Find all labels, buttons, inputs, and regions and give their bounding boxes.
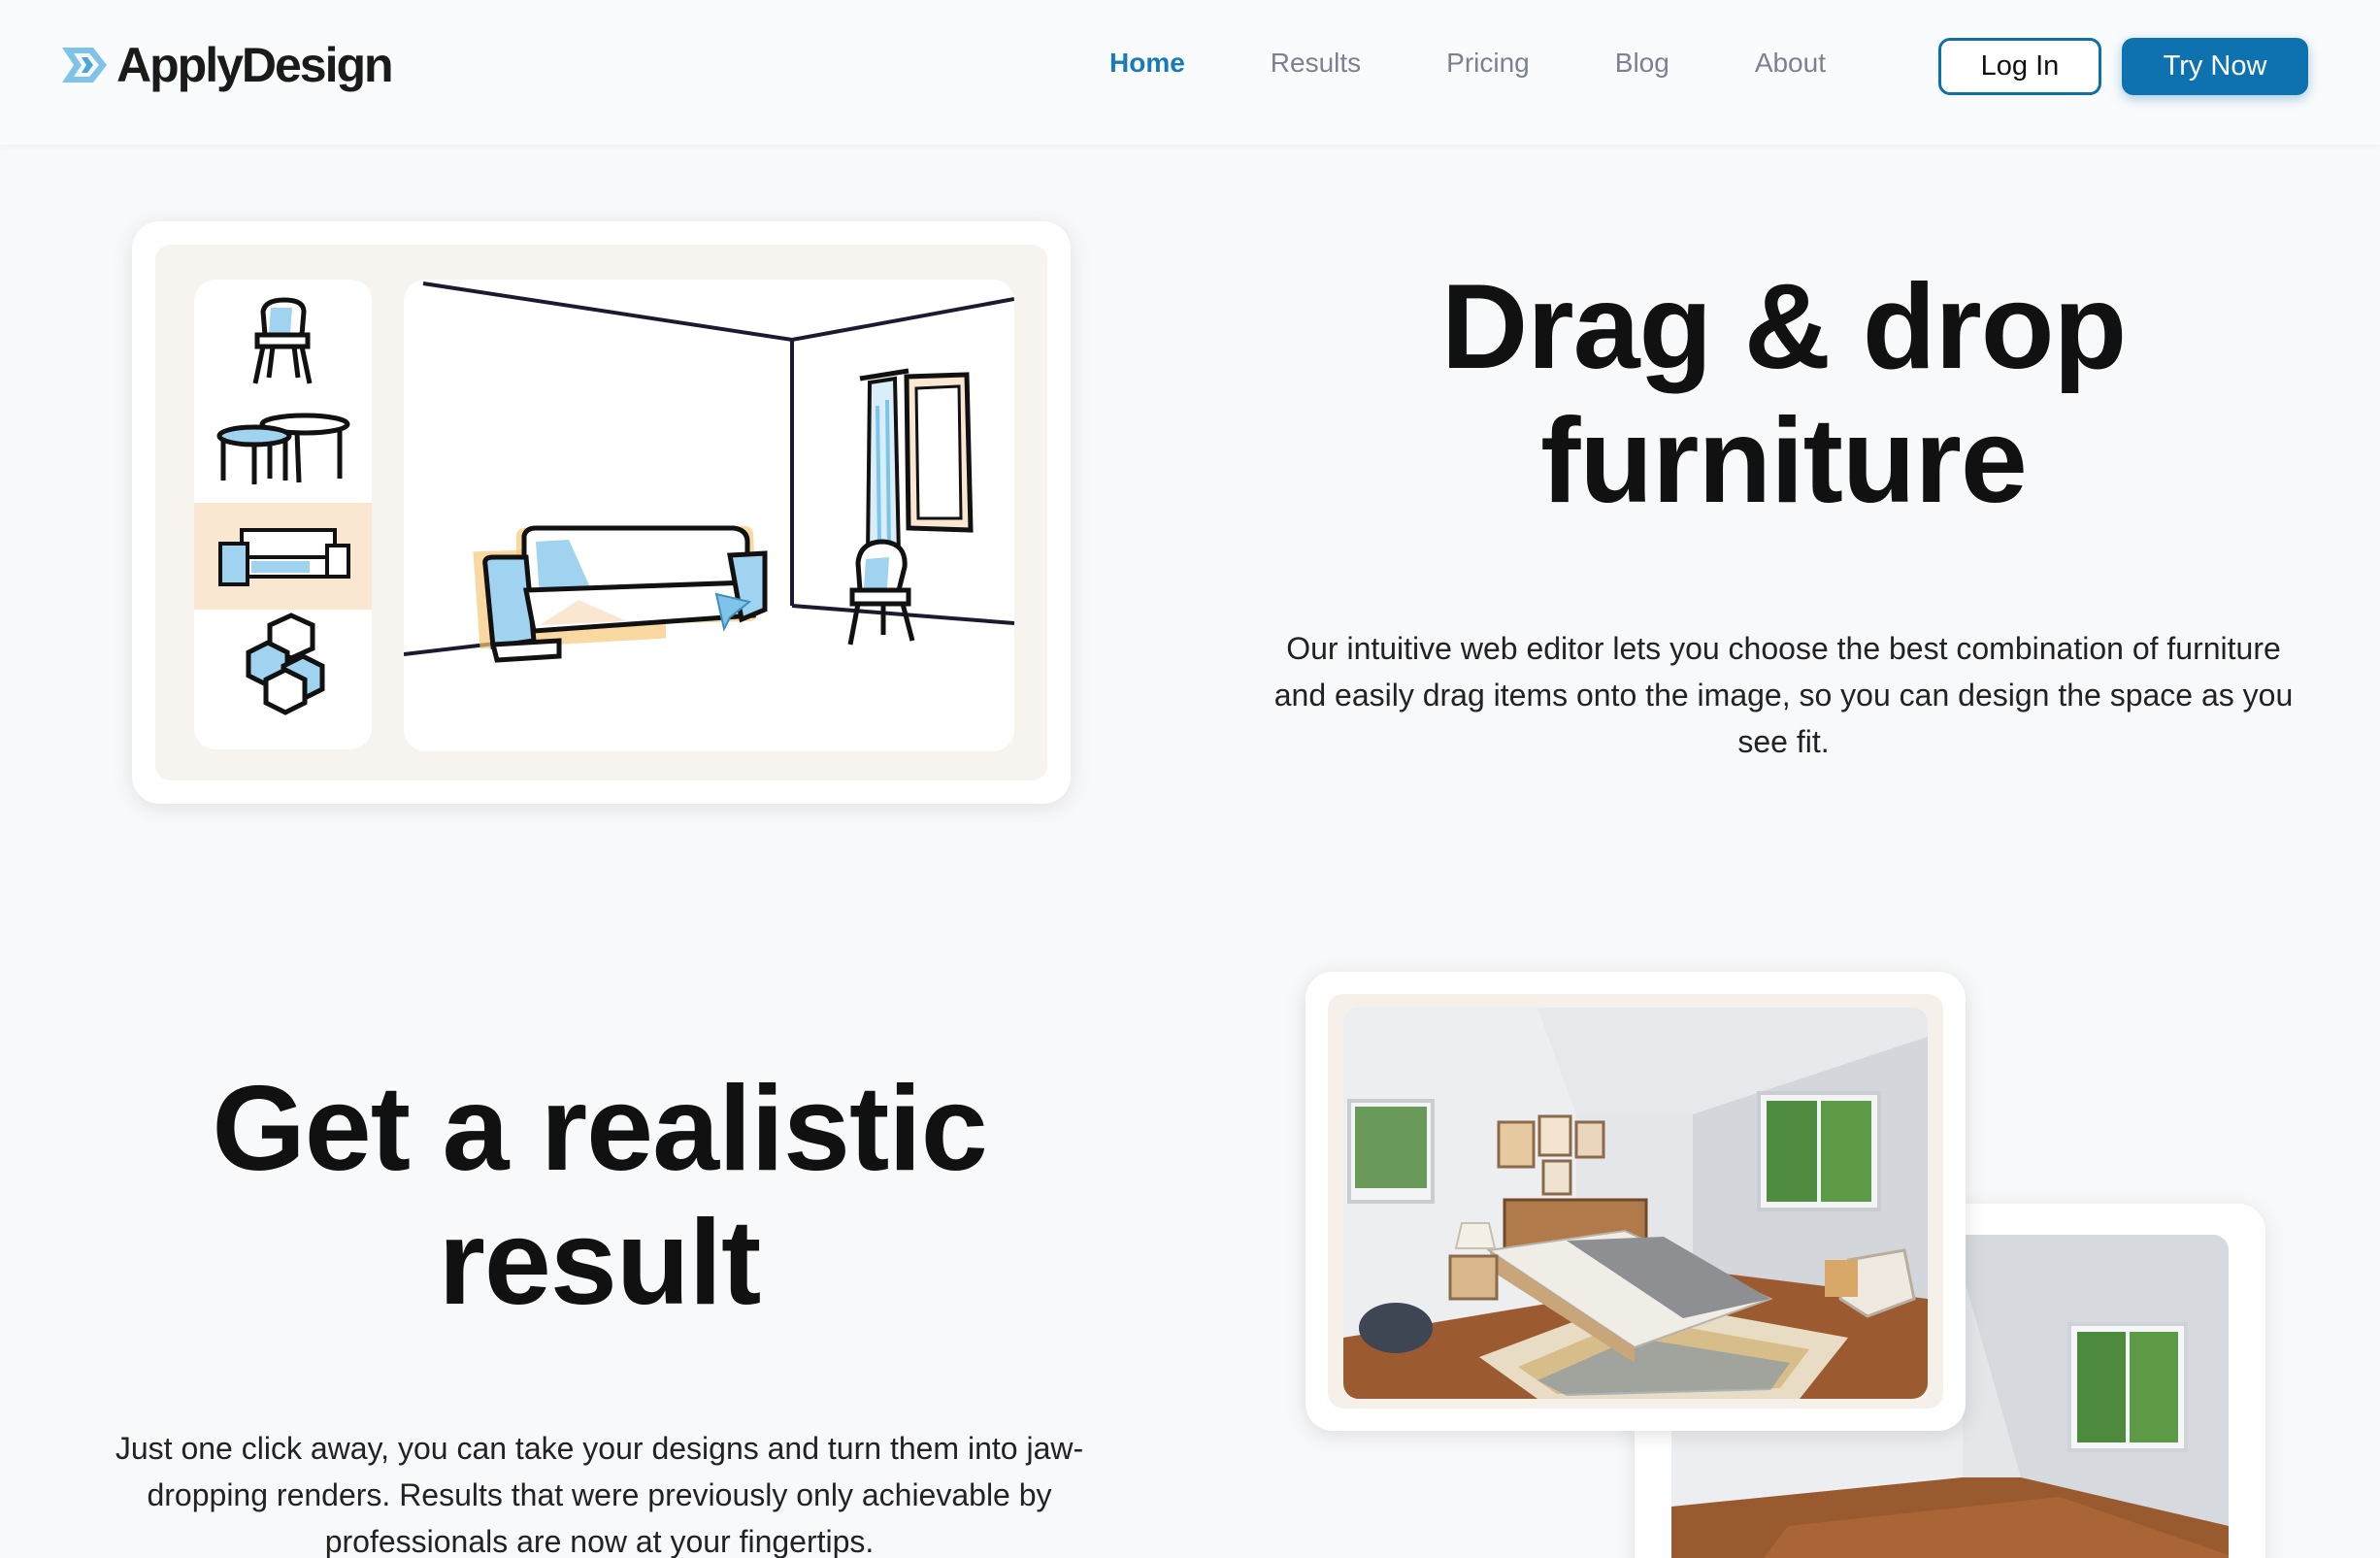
furnished-room-photo-card [1306,972,1966,1431]
brand-name: ApplyDesign [116,38,394,92]
furnished-room-photo [1343,1008,1928,1399]
brand-logo[interactable]: ApplyDesign [60,37,394,93]
editor-frame [155,245,1047,780]
sofa-icon [217,528,350,586]
palette-item-sofa[interactable] [194,503,372,610]
login-button[interactable]: Log In [1938,38,2101,95]
realistic-result-heading-line1: Get a realistic [212,1062,987,1196]
table-icon [216,413,349,484]
editor-illustration-card [132,221,1071,804]
drag-drop-heading: Drag & drop furniture [1262,260,2305,528]
chair-icon [252,297,312,384]
nav-results[interactable]: Results [1271,48,1361,79]
furnished-bedroom-image [1343,1008,1928,1399]
nav-blog[interactable]: Blog [1615,48,1669,79]
room-sketch-illustration [404,282,1014,663]
realistic-result-heading-line2: result [438,1196,762,1330]
drag-drop-description: Our intuitive web editor lets you choose… [1273,631,2294,759]
furniture-palette [194,280,372,749]
palette-item-table[interactable] [194,396,372,503]
furnished-room-frame [1328,994,1943,1409]
palette-item-chair[interactable] [194,289,372,396]
hexagon-shelf-icon [246,613,324,715]
nav-home[interactable]: Home [1109,48,1185,79]
top-navbar: ApplyDesign Home Results Pricing Blog Ab… [0,0,2380,145]
room-canvas[interactable] [404,280,1014,751]
main-nav: Home Results Pricing Blog About [1109,48,1911,79]
nav-about[interactable]: About [1755,48,1826,79]
drag-drop-heading-line2: furniture [1540,394,2028,528]
nav-pricing[interactable]: Pricing [1446,48,1530,79]
realistic-result-description: Just one click away, you can take your d… [115,1431,1084,1558]
palette-item-shelf[interactable] [194,610,372,716]
drag-drop-heading-line1: Drag & drop [1440,260,2127,394]
realistic-result-heading: Get a realistic result [58,1062,1140,1330]
logo-mark-icon [62,48,107,83]
try-now-button[interactable]: Try Now [2122,38,2308,95]
